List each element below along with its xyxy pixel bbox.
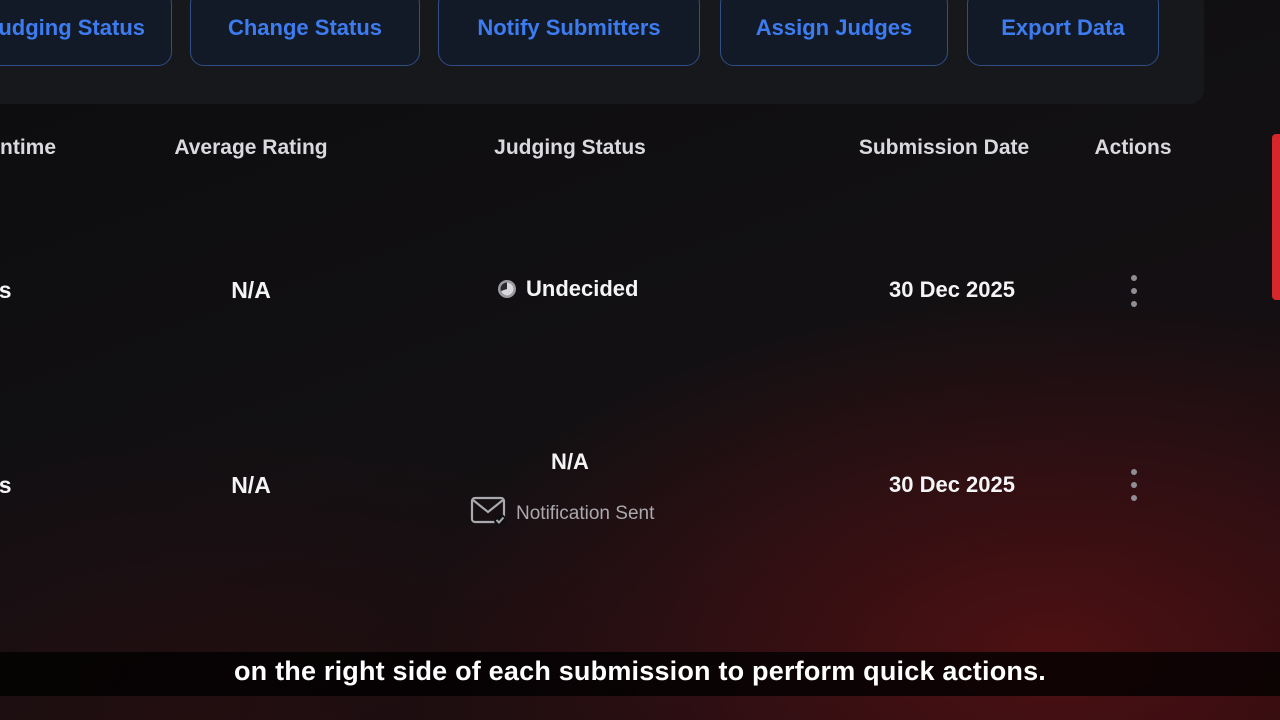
judging-status-label: Undecided [526, 276, 639, 301]
notification-sent-label: Notification Sent [516, 503, 655, 524]
envelope-check-icon [470, 496, 508, 532]
average-rating-cell: N/A [231, 472, 271, 498]
notify-submitters-button[interactable]: Notify Submitters [438, 0, 700, 66]
export-data-button[interactable]: Export Data [967, 0, 1159, 66]
video-caption: on the right side of each submission to … [233, 656, 1046, 686]
judging-status-cell: Undecided [497, 276, 638, 302]
column-header-runtime[interactable]: Runtime [0, 136, 56, 160]
average-rating-cell: N/A [231, 277, 271, 303]
column-header-submission-date[interactable]: Submission Date [859, 136, 1029, 160]
change-status-button[interactable]: Change Status [190, 0, 420, 66]
column-header-average-rating[interactable]: Average Rating [174, 136, 327, 160]
submission-date-cell: 30 Dec 2025 [889, 472, 1015, 497]
judging-status-cell: N/A [551, 449, 589, 474]
assign-judges-button[interactable]: Assign Judges [720, 0, 948, 66]
app-screen: Judging Status Change Status Notify Subm… [0, 0, 1280, 720]
runtime-cell: 9s [0, 277, 12, 303]
submission-date-cell: 30 Dec 2025 [889, 277, 1015, 302]
kebab-menu-icon[interactable] [1127, 467, 1141, 503]
half-circle-status-icon [497, 279, 517, 299]
judging-status-button[interactable]: Judging Status [0, 0, 172, 66]
column-header-judging-status[interactable]: Judging Status [494, 136, 646, 160]
notification-sent-indicator: Notification Sent [470, 496, 654, 532]
column-header-actions: Actions [1094, 136, 1172, 159]
scrollbar[interactable] [1272, 134, 1280, 300]
bulk-actions-toolbar: Judging Status Change Status Notify Subm… [0, 0, 1204, 104]
runtime-cell: 9s [0, 472, 12, 498]
kebab-menu-icon[interactable] [1127, 273, 1141, 309]
